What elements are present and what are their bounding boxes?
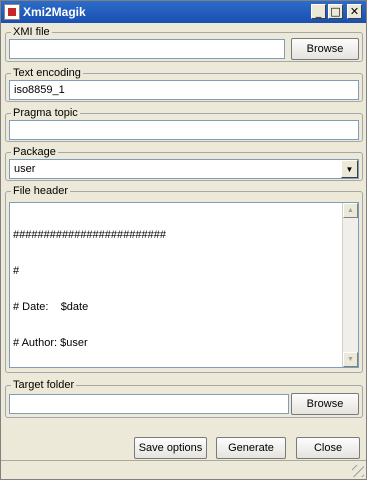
app-window: Xmi2Magik _ □ ✕ XMI file Browse Text enc…: [0, 0, 367, 480]
file-header-content: ######################### # # Date: $dat…: [13, 205, 166, 367]
save-options-button[interactable]: Save options: [134, 437, 207, 459]
xmi-file-group: XMI file Browse: [5, 25, 363, 62]
close-button[interactable]: Close: [296, 437, 360, 459]
file-header-line: #########################: [13, 229, 166, 241]
xmi-file-input[interactable]: [9, 39, 285, 59]
target-folder-label: Target folder: [11, 378, 77, 392]
window-controls: _ □ ✕: [311, 4, 362, 19]
package-selected-value: user: [14, 163, 36, 175]
maximize-icon[interactable]: □: [328, 4, 343, 19]
text-encoding-label: Text encoding: [11, 66, 83, 80]
target-folder-input[interactable]: [9, 394, 289, 414]
status-bar: [1, 460, 366, 479]
target-browse-button[interactable]: Browse: [291, 393, 359, 415]
chevron-down-icon[interactable]: ▼: [341, 160, 358, 178]
package-group: Package user ▼: [5, 145, 363, 181]
app-icon: [4, 4, 20, 20]
file-header-line: # Date: $date: [13, 301, 89, 313]
close-icon[interactable]: ✕: [347, 4, 362, 19]
text-encoding-group: Text encoding: [5, 66, 363, 102]
resize-grip-icon[interactable]: [352, 465, 364, 477]
file-header-textarea[interactable]: ######################### # # Date: $dat…: [9, 202, 359, 368]
file-header-line: #: [13, 265, 20, 277]
scroll-up-icon[interactable]: ▲: [343, 203, 358, 218]
package-select[interactable]: user ▼: [9, 159, 359, 179]
pragma-topic-group: Pragma topic: [5, 106, 363, 142]
file-header-label: File header: [11, 184, 71, 198]
window-title: Xmi2Magik: [23, 5, 86, 19]
xmi-file-label: XMI file: [11, 25, 52, 39]
generate-button[interactable]: Generate: [216, 437, 286, 459]
package-label: Package: [11, 145, 58, 159]
pragma-topic-input[interactable]: [9, 120, 359, 140]
minimize-icon[interactable]: _: [311, 4, 326, 19]
title-bar[interactable]: Xmi2Magik _ □ ✕: [1, 1, 366, 23]
scroll-down-icon[interactable]: ▼: [343, 352, 358, 367]
file-header-line: # Author: $user: [13, 337, 88, 349]
text-encoding-input[interactable]: [9, 80, 359, 100]
target-folder-group: Target folder Browse: [5, 378, 363, 418]
file-header-scrollbar[interactable]: ▲ ▼: [342, 203, 358, 367]
xmi-browse-button[interactable]: Browse: [291, 38, 359, 60]
file-header-group: File header ######################### # …: [5, 184, 363, 373]
pragma-topic-label: Pragma topic: [11, 106, 80, 120]
